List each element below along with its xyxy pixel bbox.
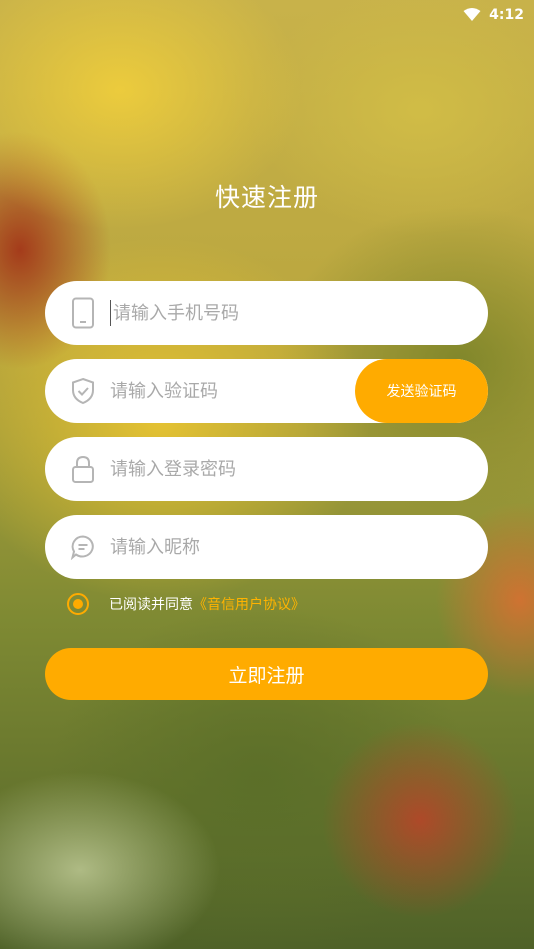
password-input[interactable]	[110, 458, 488, 480]
chat-bubble-icon	[70, 532, 96, 562]
agreement-row: 已阅读并同意 《音信用户协议》	[67, 593, 305, 615]
nickname-input[interactable]	[110, 536, 488, 558]
nickname-field[interactable]	[45, 515, 488, 579]
verification-code-field[interactable]: 发送验证码	[45, 359, 488, 423]
phone-icon	[70, 297, 96, 329]
wifi-icon	[463, 8, 481, 21]
phone-field[interactable]	[45, 281, 488, 345]
phone-input[interactable]	[113, 302, 488, 324]
agreement-radio[interactable]	[67, 593, 89, 615]
user-agreement-link[interactable]: 《音信用户协议》	[193, 594, 305, 614]
shield-check-icon	[70, 376, 96, 406]
text-cursor	[110, 300, 111, 326]
status-bar: 4:12	[463, 0, 534, 30]
radio-checked-dot	[73, 599, 83, 609]
status-time: 4:12	[489, 7, 524, 23]
register-button[interactable]: 立即注册	[45, 648, 488, 700]
agreement-text: 已阅读并同意	[109, 597, 193, 613]
send-code-button[interactable]: 发送验证码	[355, 359, 488, 423]
password-field[interactable]	[45, 437, 488, 501]
lock-icon	[70, 454, 96, 484]
page-title: 快速注册	[214, 183, 319, 212]
